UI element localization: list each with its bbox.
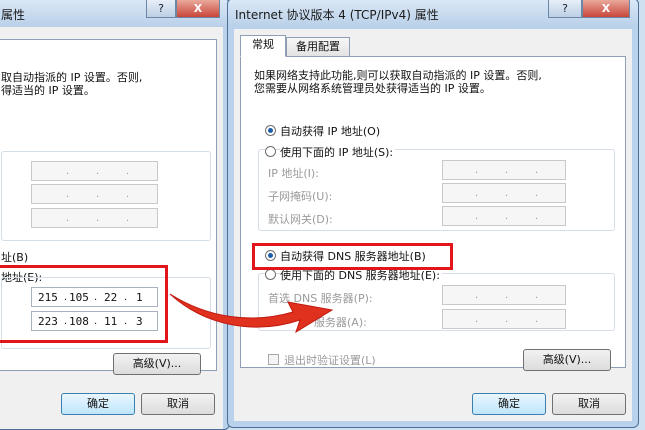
dns-auto-highlight — [252, 243, 453, 270]
left-dns-auto-fragment[interactable]: 址(B) — [1, 249, 28, 265]
gateway-label: 默认网关(D): — [268, 213, 333, 226]
right-dialog: Internet 协议版本 4 (TCP/IPv4) 属性 ? X 常规 备用配… — [227, 0, 639, 428]
right-dialog-body: 常规 备用配置 如果网络支持此功能,则可以获取自动指派的 IP 设置。否则, 您… — [234, 29, 632, 421]
arrow-icon — [169, 293, 334, 334]
close-button[interactable]: X — [582, 0, 630, 18]
dns-preferred-field[interactable]: ... — [442, 285, 566, 305]
subnet-mask-field[interactable]: ... — [442, 183, 566, 203]
ip-address-field[interactable]: ... — [442, 160, 566, 180]
ip-manual-label[interactable]: 使用下面的 IP 地址(S): — [280, 144, 396, 160]
left-ip-field[interactable]: ... — [31, 161, 158, 181]
left-dns-highlight — [0, 265, 168, 343]
tab-general[interactable]: 常规 — [240, 35, 286, 57]
ok-button[interactable]: 确定 — [472, 393, 546, 415]
validate-label[interactable]: 退出时验证设置(L) — [284, 352, 376, 368]
gateway-field[interactable]: ... — [442, 206, 566, 226]
tab-alternate-config[interactable]: 备用配置 — [286, 37, 350, 57]
help-button[interactable]: ? — [146, 0, 176, 18]
left-ok-button[interactable]: 确定 — [61, 393, 135, 415]
ip-auto-radio[interactable] — [265, 125, 276, 136]
left-dialog: 属性 ? X 取自动指派的 IP 设置。否则, 得适当的 IP 设置。 ... … — [0, 0, 230, 430]
right-titlebar: Internet 协议版本 4 (TCP/IPv4) 属性 ? X — [228, 0, 638, 27]
right-desc-line2: 您需要从网络系统管理员处获得适当的 IP 设置。 — [254, 82, 491, 95]
left-dialog-body: 取自动指派的 IP 设置。否则, 得适当的 IP 设置。 ... ... ...… — [0, 27, 223, 429]
left-desc-line2: 得适当的 IP 设置。 — [1, 84, 95, 97]
left-gateway-field[interactable]: ... — [31, 208, 158, 228]
help-button[interactable]: ? — [548, 0, 582, 18]
ip-manual-radio[interactable] — [265, 146, 276, 157]
ip-address-label: IP 地址(I): — [268, 167, 319, 180]
dns-alternate-field[interactable]: ... — [442, 309, 566, 329]
subnet-mask-label: 子网掩码(U): — [268, 190, 333, 203]
dns-manual-radio[interactable] — [265, 269, 276, 280]
close-button[interactable]: X — [176, 0, 220, 18]
right-dialog-title: Internet 协议版本 4 (TCP/IPv4) 属性 — [235, 8, 439, 22]
left-titlebar: 属性 ? X — [0, 0, 229, 27]
left-advanced-button[interactable]: 高级(V)... — [113, 353, 201, 375]
left-dialog-title: 属性 — [1, 8, 26, 22]
validate-checkbox[interactable] — [268, 354, 279, 365]
left-mask-field[interactable]: ... — [31, 184, 158, 204]
cancel-button[interactable]: 取消 — [552, 393, 626, 415]
ip-auto-label[interactable]: 自动获得 IP 地址(O) — [280, 123, 380, 139]
advanced-button[interactable]: 高级(V)... — [523, 349, 611, 371]
left-cancel-button[interactable]: 取消 — [141, 393, 215, 415]
